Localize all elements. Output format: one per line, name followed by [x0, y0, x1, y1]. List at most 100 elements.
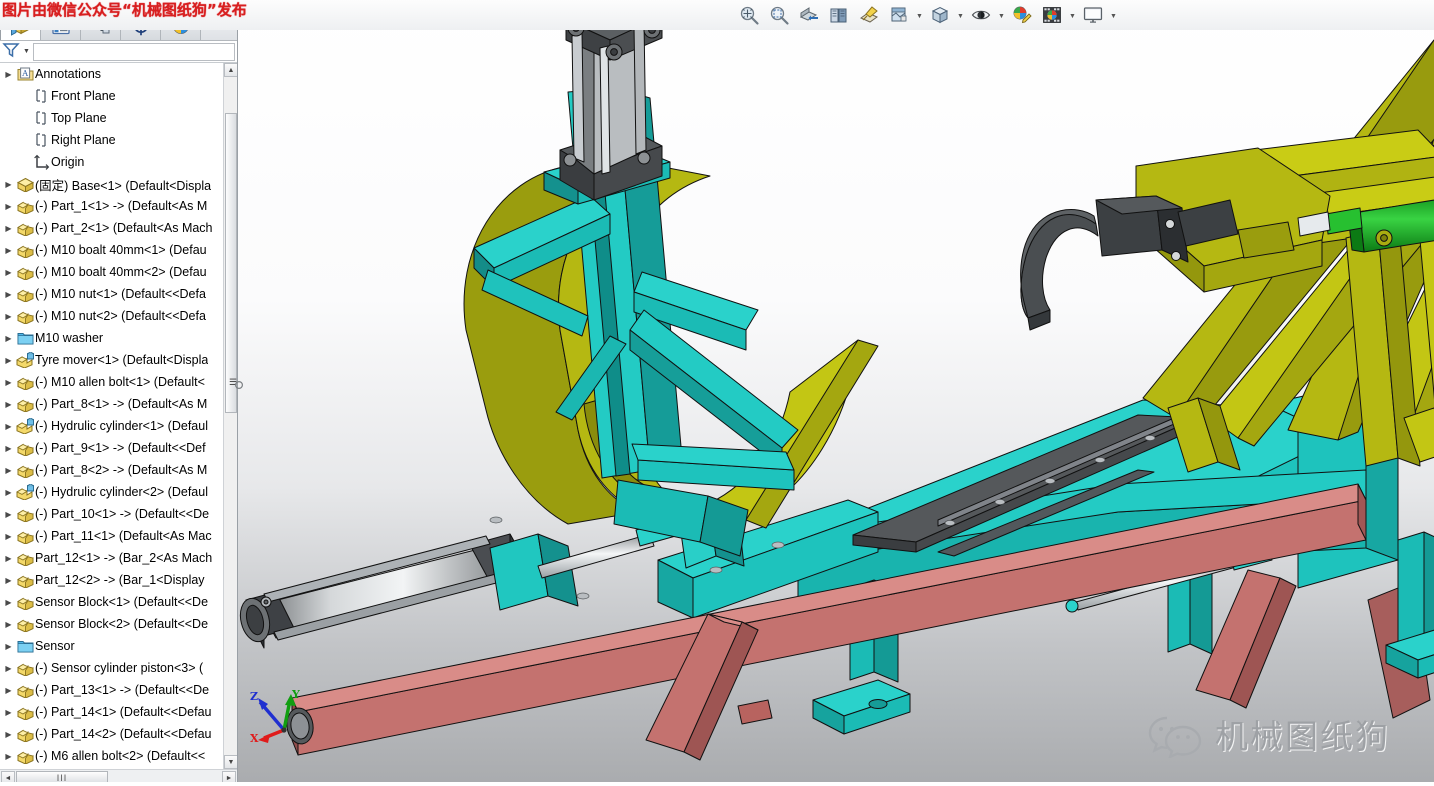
feature-tree-item[interactable]: Front Plane [0, 85, 223, 107]
feature-tree-item[interactable]: ▶ Sensor [0, 635, 223, 657]
part-icon [15, 526, 35, 546]
filter-input[interactable] [32, 42, 235, 61]
expand-arrow-icon[interactable]: ▶ [2, 503, 15, 525]
graphics-area[interactable]: Z Y X 机械图纸狗 [238, 0, 1434, 786]
feature-tree-item[interactable]: ▶ (-) M10 boalt 40mm<1> (Defau [0, 239, 223, 261]
expand-arrow-icon[interactable]: ▶ [2, 349, 15, 371]
expand-arrow-icon[interactable]: ▶ [2, 393, 15, 415]
feature-tree-item[interactable]: ▶ (-) Part_2<1> (Default<As Mach [0, 217, 223, 239]
part-icon [15, 548, 35, 568]
expand-arrow-icon[interactable]: ▶ [2, 569, 15, 591]
expand-arrow-icon[interactable]: ▶ [2, 63, 15, 85]
feature-tree-item[interactable]: ▶ (-) M6 allen bolt<2> (Default<< [0, 745, 223, 767]
feature-tree-item[interactable]: Origin [0, 151, 223, 173]
scroll-down-arrow-icon[interactable]: ▼ [224, 755, 237, 769]
feature-tree-item[interactable]: ▶ (-) Part_14<2> (Default<<Defau [0, 723, 223, 745]
feature-tree-item[interactable]: ▶ (-) Part_11<1> (Default<As Mac [0, 525, 223, 547]
feature-tree-item[interactable]: ▶ (固定) Base<1> (Default<Displa [0, 173, 223, 195]
expand-arrow-icon[interactable]: ▶ [2, 327, 15, 349]
filter-dropdown-caret-icon[interactable]: ▼ [23, 48, 30, 55]
tree-vertical-scrollbar[interactable]: ▲ ▼ [223, 63, 237, 769]
part-icon [15, 680, 35, 700]
feature-tree-item[interactable]: Top Plane [0, 107, 223, 129]
feature-manager-panel: › ▼ ▶ A Annotations Front Plane Top Plan… [0, 10, 238, 786]
expand-arrow-icon[interactable]: ▶ [2, 459, 15, 481]
feature-tree-item[interactable]: ▶ (-) Sensor cylinder piston<3> ( [0, 657, 223, 679]
expand-arrow-icon[interactable]: ▶ [2, 415, 15, 437]
apply-appearance-scene-icon[interactable] [1038, 2, 1066, 28]
expand-arrow-icon[interactable]: ▶ [2, 305, 15, 327]
feature-tree-item[interactable]: ▶ (-) Hydrulic cylinder<2> (Defaul [0, 481, 223, 503]
view-orientation-icon[interactable] [825, 2, 853, 28]
feature-tree-item[interactable]: ▶ (-) M10 allen bolt<1> (Default< [0, 371, 223, 393]
expand-arrow-icon[interactable]: ▶ [2, 635, 15, 657]
feature-tree-item[interactable]: ▶ (-) Part_8<2> -> (Default<As M [0, 459, 223, 481]
feature-tree-body[interactable]: ▶ A Annotations Front Plane Top Plane Ri… [0, 63, 237, 769]
feature-tree-item-label: (-) Part_11<1> (Default<As Mac [35, 529, 212, 543]
feature-tree-item[interactable]: ▶ (-) Part_8<1> -> (Default<As M [0, 393, 223, 415]
scroll-up-arrow-icon[interactable]: ▲ [224, 63, 237, 77]
feature-tree-item[interactable]: ▶ Part_12<1> -> (Bar_2<As Mach [0, 547, 223, 569]
expand-arrow-icon[interactable]: ▶ [2, 547, 15, 569]
feature-tree-item[interactable]: ▶ A Annotations [0, 63, 223, 85]
feature-tree-item[interactable]: ▶ (-) Part_14<1> (Default<<Defau [0, 701, 223, 723]
feature-tree-item[interactable]: ▶ M10 washer [0, 327, 223, 349]
feature-tree-item[interactable]: ▶ (-) M10 nut<2> (Default<<Defa [0, 305, 223, 327]
zoom-to-fit-icon[interactable] [735, 2, 763, 28]
view-orientation-cube-icon[interactable] [926, 2, 954, 28]
feature-tree-item[interactable]: ▶ Sensor Block<1> (Default<<De [0, 591, 223, 613]
feature-tree-item[interactable]: ▶ Tyre mover<1> (Default<Displa [0, 349, 223, 371]
expand-arrow-icon[interactable]: ▶ [2, 591, 15, 613]
feature-tree-item[interactable]: Right Plane [0, 129, 223, 151]
viewport-dropdown-caret[interactable]: ▼ [1109, 2, 1118, 28]
expand-arrow-icon[interactable]: ▶ [2, 283, 15, 305]
expand-arrow-icon[interactable]: ▶ [2, 481, 15, 503]
feature-tree-item[interactable]: ▶ (-) M10 nut<1> (Default<<Defa [0, 283, 223, 305]
section-view-icon[interactable] [795, 2, 823, 28]
appearance-scene-dropdown-caret[interactable]: ▼ [1068, 2, 1077, 28]
display-style-icon[interactable] [855, 2, 883, 28]
panel-pin-icon[interactable] [232, 378, 246, 392]
expand-arrow-icon[interactable]: ▶ [2, 217, 15, 239]
expand-arrow-icon[interactable]: ▶ [2, 371, 15, 393]
feature-tree-item[interactable]: ▶ (-) Part_10<1> -> (Default<<De [0, 503, 223, 525]
tree-item-spacer [18, 107, 31, 129]
feature-tree-item[interactable]: ▶ (-) Part_9<1> -> (Default<<Def [0, 437, 223, 459]
feature-tree-item[interactable]: ▶ (-) M10 boalt 40mm<2> (Defau [0, 261, 223, 283]
expand-arrow-icon[interactable]: ▶ [2, 239, 15, 261]
expand-arrow-icon[interactable]: ▶ [2, 701, 15, 723]
expand-arrow-icon[interactable]: ▶ [2, 723, 15, 745]
apply-scene-dropdown-caret[interactable]: ▼ [915, 2, 924, 28]
part-icon [15, 702, 35, 722]
feature-tree-item[interactable]: ▶ (-) Part_1<1> -> (Default<As M [0, 195, 223, 217]
expand-arrow-icon[interactable]: ▶ [2, 195, 15, 217]
tree-item-spacer [18, 85, 31, 107]
edit-appearance-icon[interactable] [1008, 2, 1036, 28]
part-icon [15, 240, 35, 260]
feature-tree-item-label: (-) Part_14<1> (Default<<Defau [35, 705, 212, 719]
expand-arrow-icon[interactable]: ▶ [2, 173, 15, 195]
triad-z-label: Z [250, 690, 258, 703]
zoom-to-area-icon[interactable] [765, 2, 793, 28]
expand-arrow-icon[interactable]: ▶ [2, 525, 15, 547]
feature-tree-item-label: (-) M10 boalt 40mm<1> (Defau [35, 243, 207, 257]
viewport-icon[interactable] [1079, 2, 1107, 28]
expand-arrow-icon[interactable]: ▶ [2, 679, 15, 701]
expand-arrow-icon[interactable]: ▶ [2, 745, 15, 767]
feature-tree-item[interactable]: ▶ (-) Hydrulic cylinder<1> (Defaul [0, 415, 223, 437]
expand-arrow-icon[interactable]: ▶ [2, 261, 15, 283]
part-icon [15, 614, 35, 634]
view-orientation-dropdown-caret[interactable]: ▼ [956, 2, 965, 28]
filter-icon[interactable] [2, 41, 22, 62]
feature-tree-item[interactable]: ▶ (-) Part_13<1> -> (Default<<De [0, 679, 223, 701]
feature-tree-item[interactable]: ▶ Part_12<2> -> (Bar_1<Display [0, 569, 223, 591]
feature-tree-item[interactable]: ▶ Sensor Block<2> (Default<<De [0, 613, 223, 635]
tree-item-spacer [18, 151, 31, 173]
hide-show-dropdown-caret[interactable]: ▼ [997, 2, 1006, 28]
apply-scene-icon[interactable] [885, 2, 913, 28]
feature-tree-item-label: (-) Part_9<1> -> (Default<<Def [35, 441, 206, 455]
expand-arrow-icon[interactable]: ▶ [2, 613, 15, 635]
expand-arrow-icon[interactable]: ▶ [2, 657, 15, 679]
hide-show-items-icon[interactable] [967, 2, 995, 28]
expand-arrow-icon[interactable]: ▶ [2, 437, 15, 459]
